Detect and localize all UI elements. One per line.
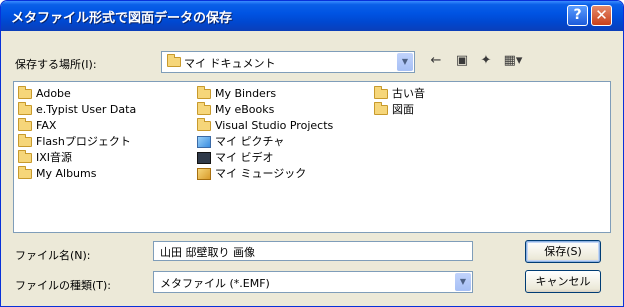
filename-input[interactable]: 山田 邸壁取り 画像 bbox=[153, 241, 473, 261]
filetype-value: メタファイル (*.EMF) bbox=[160, 277, 270, 290]
close-button[interactable]: ✕ bbox=[591, 5, 612, 26]
up-folder-icon[interactable]: ▣ bbox=[453, 53, 471, 68]
folder-icon bbox=[167, 54, 181, 67]
list-item[interactable]: マイ ビデオ bbox=[197, 150, 274, 166]
filetype-label: ファイルの種類(T): bbox=[15, 279, 112, 292]
list-item[interactable]: マイ ピクチャ bbox=[197, 134, 284, 150]
filetype-dropdown[interactable]: メタファイル (*.EMF) ▼ bbox=[153, 271, 473, 293]
folder-icon bbox=[18, 102, 32, 115]
list-item[interactable]: My Albums bbox=[18, 166, 96, 182]
list-item[interactable]: IXI音源 bbox=[18, 150, 72, 166]
list-item[interactable]: マイ ミュージック bbox=[197, 166, 306, 182]
list-item[interactable]: Adobe bbox=[18, 86, 71, 102]
window-title: メタファイル形式で図面データの保存 bbox=[11, 11, 233, 26]
list-item[interactable]: Flashプロジェクト bbox=[18, 134, 131, 150]
new-folder-icon[interactable]: ✦ bbox=[477, 53, 495, 68]
save-in-value: マイ ドキュメント bbox=[184, 57, 276, 70]
help-button[interactable]: ? bbox=[567, 5, 588, 26]
folder-icon bbox=[18, 86, 32, 99]
save-dialog: メタファイル形式で図面データの保存 ? ✕ 保存する場所(I): マイ ドキュメ… bbox=[0, 0, 624, 307]
folder-icon bbox=[197, 118, 211, 131]
music-icon bbox=[197, 168, 211, 180]
chevron-down-icon[interactable]: ▼ bbox=[455, 273, 471, 291]
video-icon bbox=[197, 152, 211, 164]
folder-icon bbox=[374, 102, 388, 115]
filename-label: ファイル名(N): bbox=[15, 249, 91, 262]
pictures-icon bbox=[197, 136, 211, 148]
file-list[interactable]: Adobe e.Typist User Data FAX Flashプロジェクト… bbox=[13, 81, 611, 233]
list-item[interactable]: Visual Studio Projects bbox=[197, 118, 333, 134]
list-item[interactable]: My Binders bbox=[197, 86, 276, 102]
folder-icon bbox=[197, 102, 211, 115]
folder-icon bbox=[18, 118, 32, 131]
folder-icon bbox=[374, 86, 388, 99]
back-icon[interactable]: ← bbox=[427, 53, 445, 68]
list-item[interactable]: e.Typist User Data bbox=[18, 102, 136, 118]
cancel-button[interactable]: キャンセル bbox=[525, 270, 601, 293]
list-item[interactable]: My eBooks bbox=[197, 102, 274, 118]
list-item[interactable]: 図面 bbox=[374, 102, 414, 118]
folder-icon bbox=[197, 86, 211, 99]
list-item[interactable]: 古い音 bbox=[374, 86, 425, 102]
chevron-down-icon[interactable]: ▼ bbox=[397, 53, 413, 71]
save-button[interactable]: 保存(S) bbox=[525, 240, 601, 263]
view-menu-icon[interactable]: ▦▾ bbox=[501, 53, 525, 68]
folder-icon bbox=[18, 150, 32, 163]
folder-icon bbox=[18, 166, 32, 179]
folder-icon bbox=[18, 134, 32, 147]
save-in-label: 保存する場所(I): bbox=[15, 58, 97, 71]
save-in-dropdown[interactable]: マイ ドキュメント ▼ bbox=[161, 51, 415, 73]
title-bar[interactable]: メタファイル形式で図面データの保存 ? ✕ bbox=[1, 1, 623, 31]
list-item[interactable]: FAX bbox=[18, 118, 56, 134]
